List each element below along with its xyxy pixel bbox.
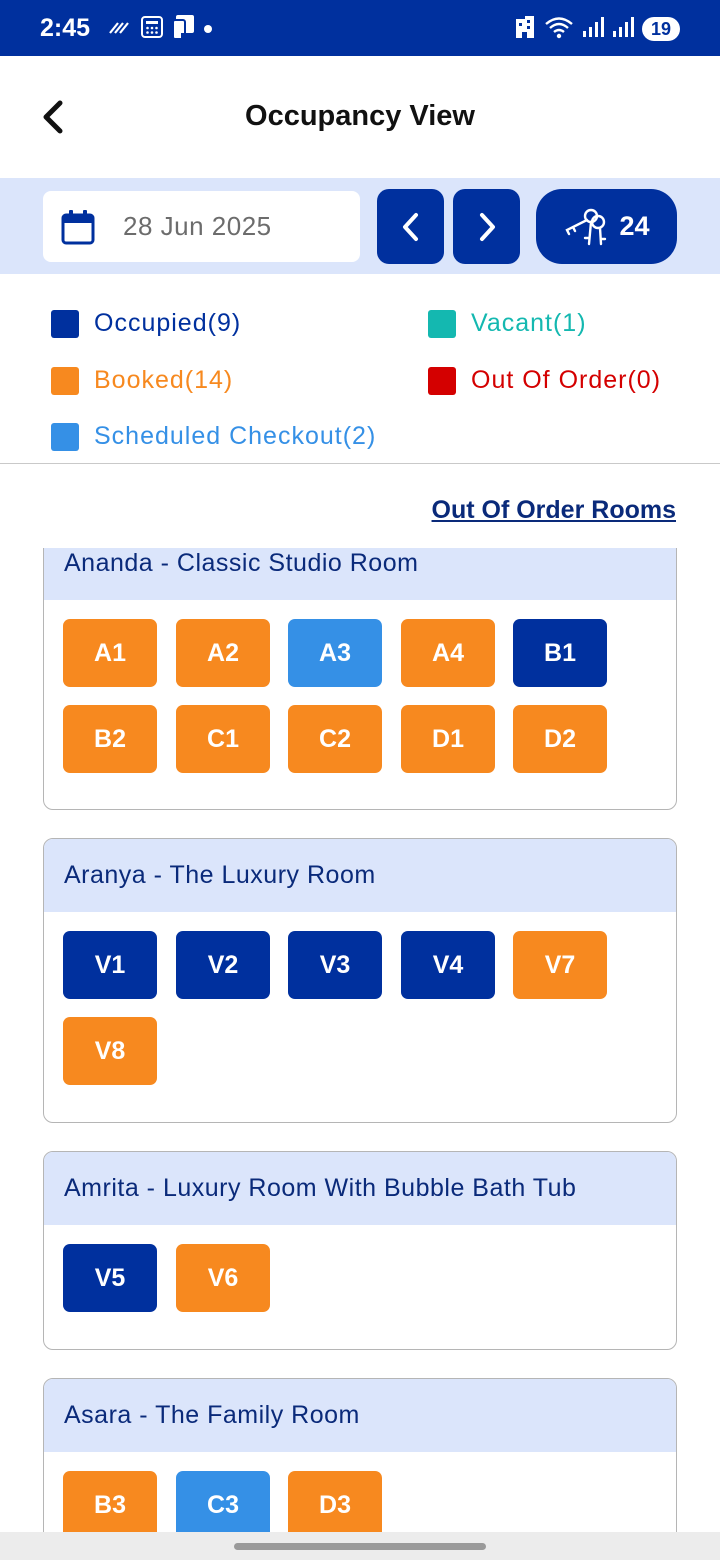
app-header: Occupancy View [0, 56, 720, 178]
legend-occupied: Occupied(9) [51, 309, 241, 338]
room-group-title: Aranya - The Luxury Room [44, 839, 676, 912]
calculator-icon [140, 15, 164, 44]
system-navigation-bar [0, 1532, 720, 1560]
date-toolbar: 28 Jun 2025 24 [0, 178, 720, 274]
room-chip[interactable]: V2 [176, 931, 270, 999]
building-icon [514, 15, 536, 44]
page-title: Occupancy View [245, 100, 475, 132]
date-picker-field[interactable]: 28 Jun 2025 [43, 191, 360, 262]
room-groups-list[interactable]: Ananda - Classic Studio Room A1 A2 A3 A4… [0, 548, 720, 1532]
room-chip[interactable]: D1 [401, 705, 495, 773]
room-group-title: Ananda - Classic Studio Room [44, 548, 676, 600]
room-chip[interactable]: B1 [513, 619, 607, 687]
app-notification-icon [172, 14, 196, 45]
room-group-title: Amrita - Luxury Room With Bubble Bath Tu… [44, 1152, 676, 1225]
legend-out-of-order: Out Of Order(0) [428, 366, 661, 395]
keys-icon [565, 208, 607, 245]
legend-vacant: Vacant(1) [428, 309, 587, 338]
battery-indicator: 19 [641, 17, 680, 41]
chevron-right-icon [479, 212, 495, 241]
room-chip[interactable]: D2 [513, 705, 607, 773]
room-chip[interactable]: C2 [288, 705, 382, 773]
legend-booked: Booked(14) [51, 366, 233, 395]
status-legend: Occupied(9) Vacant(1) Booked(14) Out Of … [0, 274, 720, 464]
room-chip[interactable]: V8 [63, 1017, 157, 1085]
legend-swatch-out-of-order [428, 366, 456, 395]
wave-icon [108, 19, 132, 40]
home-gesture-handle[interactable] [234, 1543, 486, 1550]
room-chip[interactable]: V1 [63, 931, 157, 999]
room-group-card: Amrita - Luxury Room With Bubble Bath Tu… [43, 1151, 677, 1350]
legend-swatch-vacant [428, 309, 456, 338]
room-chip[interactable]: V6 [176, 1244, 270, 1312]
calendar-icon [61, 209, 95, 244]
keys-count: 24 [619, 211, 650, 241]
legend-label-vacant: Vacant(1) [471, 309, 587, 337]
signal-icon-2 [612, 16, 634, 43]
signal-icon-1 [582, 16, 604, 43]
status-right-icons: 19 [514, 15, 680, 44]
room-group-title: Asara - The Family Room [44, 1379, 676, 1452]
room-chip[interactable]: A1 [63, 619, 157, 687]
room-group-card: Ananda - Classic Studio Room A1 A2 A3 A4… [43, 548, 677, 810]
legend-label-booked: Booked(14) [94, 366, 234, 394]
legend-label-occupied: Occupied(9) [94, 309, 242, 337]
room-chip[interactable]: C1 [176, 705, 270, 773]
status-time: 2:45 [40, 14, 91, 42]
room-chip[interactable]: B2 [63, 705, 157, 773]
room-chip[interactable]: V7 [513, 931, 607, 999]
room-group-card: Asara - The Family Room B3 C3 D3 [43, 1378, 677, 1532]
legend-swatch-scheduled-checkout [51, 422, 79, 451]
room-chip[interactable]: A4 [401, 619, 495, 687]
room-keys-button[interactable]: 24 [536, 189, 677, 264]
room-chip[interactable]: A2 [176, 619, 270, 687]
status-left-icons [108, 14, 212, 45]
room-chip[interactable]: A3 [288, 619, 382, 687]
notification-dot-icon [204, 25, 212, 33]
room-group-card: Aranya - The Luxury Room V1 V2 V3 V4 V7 … [43, 838, 677, 1123]
legend-scheduled-checkout: Scheduled Checkout(2) [51, 422, 376, 451]
room-chip[interactable]: B3 [63, 1471, 157, 1532]
chevron-left-icon [402, 212, 418, 241]
legend-swatch-occupied [51, 309, 79, 338]
legend-swatch-booked [51, 366, 79, 395]
status-bar: 2:45 19 [0, 0, 720, 56]
room-chip[interactable]: V3 [288, 931, 382, 999]
selected-date: 28 Jun 2025 [123, 211, 272, 241]
next-date-button[interactable] [453, 189, 520, 264]
room-chip[interactable]: V4 [401, 931, 495, 999]
room-chip[interactable]: D3 [288, 1471, 382, 1532]
legend-label-scheduled-checkout: Scheduled Checkout(2) [94, 422, 377, 450]
previous-date-button[interactable] [377, 189, 444, 264]
legend-label-out-of-order: Out Of Order(0) [471, 366, 662, 394]
room-chip[interactable]: V5 [63, 1244, 157, 1312]
room-chip[interactable]: C3 [176, 1471, 270, 1532]
out-of-order-rooms-link[interactable]: Out Of Order Rooms [432, 496, 676, 525]
wifi-icon [544, 15, 574, 44]
